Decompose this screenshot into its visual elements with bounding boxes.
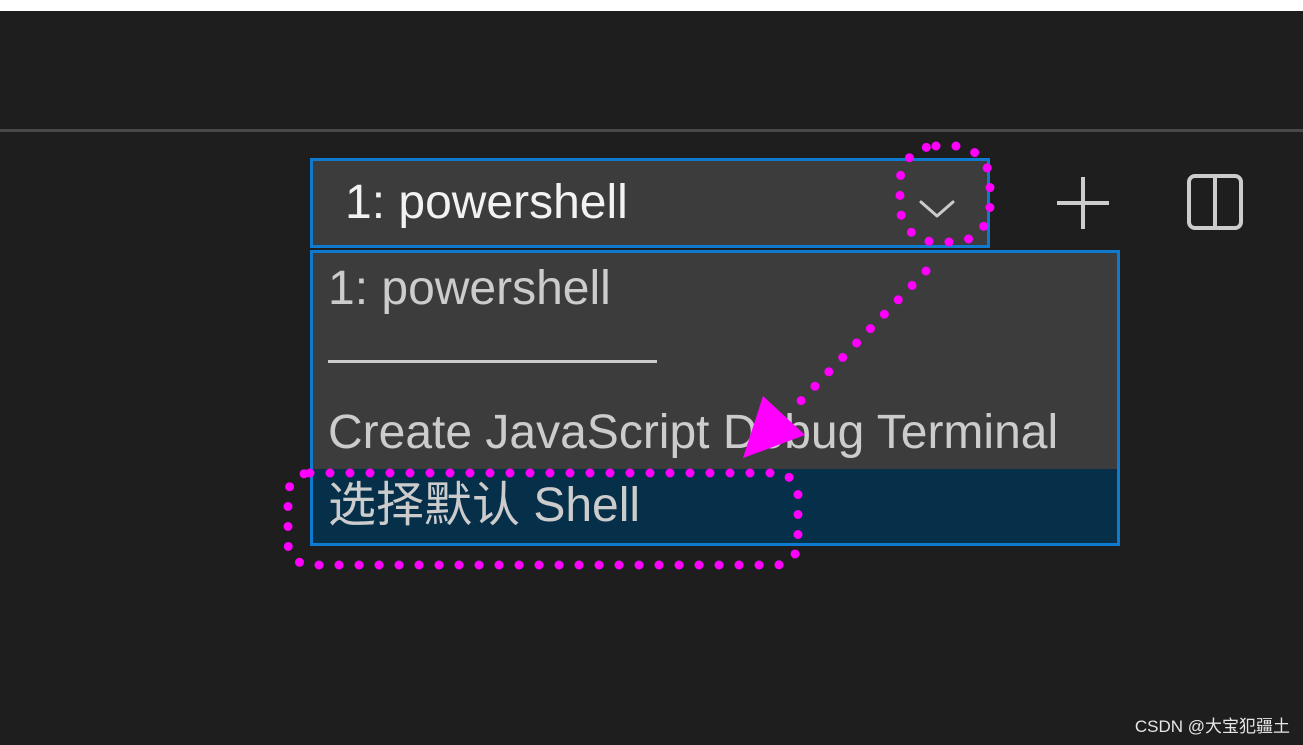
terminal-select-value: 1: powershell (345, 176, 628, 229)
dropdown-option-create-js-debug-terminal[interactable]: Create JavaScript Debug Terminal (313, 397, 1117, 469)
plus-icon[interactable] (1055, 175, 1111, 231)
dropdown-separator (313, 325, 1117, 397)
option-label: 选择默认 Shell (328, 479, 641, 532)
option-label: 1: powershell (328, 262, 611, 315)
top-edge (0, 0, 1303, 11)
terminal-select[interactable]: 1: powershell (310, 158, 990, 248)
option-label: Create JavaScript Debug Terminal (328, 406, 1059, 459)
split-icon[interactable] (1186, 173, 1244, 231)
dropdown-option-powershell[interactable]: 1: powershell (313, 253, 1117, 325)
separator-line (328, 360, 657, 363)
watermark: CSDN @大宝犯疆土 (1134, 717, 1290, 736)
chevron-down-icon[interactable] (917, 197, 957, 221)
terminal-dropdown-list: 1: powershell Create JavaScript Debug Te… (310, 250, 1120, 546)
panel-border (0, 129, 1303, 132)
dropdown-option-select-default-shell[interactable]: 选择默认 Shell (313, 469, 1117, 543)
